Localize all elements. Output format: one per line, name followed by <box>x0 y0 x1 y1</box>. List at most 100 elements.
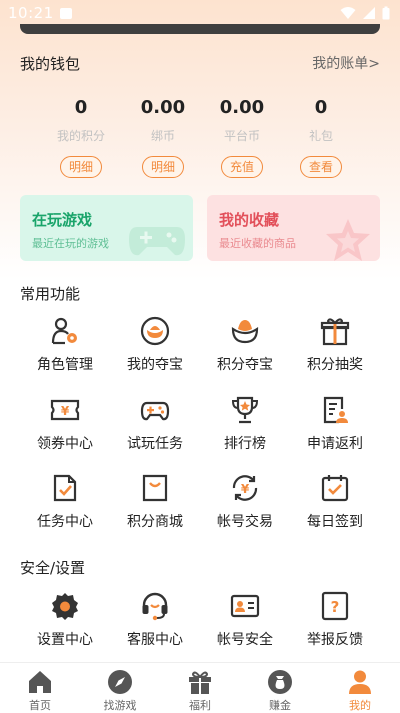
favorites-card[interactable]: 我的收藏 最近收藏的商品 <box>207 195 380 261</box>
tab-earn-gold[interactable]: 赚金 <box>240 669 320 713</box>
daily-checkin-item[interactable]: 每日签到 <box>290 473 380 531</box>
account-trade-icon: ¥ <box>232 475 258 501</box>
rebate-icon <box>323 396 348 424</box>
wallet-bound-coins: 0.00 绑币 明细 <box>118 97 208 178</box>
coupon-icon: ¥ <box>50 399 80 421</box>
wifi-icon <box>340 7 356 19</box>
trial-task-item[interactable]: 试玩任务 <box>110 395 200 453</box>
grid-label: 排行榜 <box>224 436 266 452</box>
my-treasure-item[interactable]: 我的夺宝 <box>110 316 200 374</box>
bottom-tab-bar: 首页 找游戏 福利 赚金 我的 <box>0 662 400 713</box>
headset-icon <box>142 592 168 621</box>
grid-label: 我的夺宝 <box>127 357 183 373</box>
grid-label: 积分抽奖 <box>307 357 363 373</box>
signal-icon <box>363 7 375 19</box>
role-manage-icon <box>51 317 77 345</box>
coupon-center-item[interactable]: ¥ 领券中心 <box>20 395 110 453</box>
account-security-item[interactable]: 帐号安全 <box>200 591 290 649</box>
home-icon <box>29 671 51 693</box>
tab-label: 找游戏 <box>103 699 137 712</box>
grid-label: 设置中心 <box>37 632 93 648</box>
account-trade-item[interactable]: ¥ 帐号交易 <box>200 473 290 531</box>
grid-label: 帐号交易 <box>217 514 273 530</box>
grid-label: 每日签到 <box>307 514 363 530</box>
money-bag-icon <box>268 670 292 694</box>
view-gift-button[interactable]: 查看 <box>300 156 342 178</box>
star-decoration-icon <box>326 219 370 261</box>
settings-icon <box>52 593 78 620</box>
tab-label: 赚金 <box>269 699 291 712</box>
wallet-gift-packs: 0 礼包 查看 <box>276 97 366 178</box>
card-title: 我的收藏 <box>219 211 280 229</box>
tab-label: 福利 <box>189 699 211 712</box>
grid-label: 试玩任务 <box>127 436 183 452</box>
status-time: 10:21 <box>8 4 54 22</box>
status-icons <box>340 6 390 20</box>
wallet-label: 礼包 <box>308 129 333 143</box>
common-functions-title: 常用功能 <box>20 285 81 303</box>
svg-text:¥: ¥ <box>61 404 70 418</box>
tab-welfare[interactable]: 福利 <box>160 669 240 713</box>
wallet-label: 平台币 <box>223 129 260 143</box>
checkin-icon <box>321 475 349 502</box>
task-center-item[interactable]: 任务中心 <box>20 473 110 531</box>
tab-label: 我的 <box>349 699 371 712</box>
apply-rebate-item[interactable]: 申请返利 <box>290 395 380 453</box>
ranking-item[interactable]: 排行榜 <box>200 395 290 453</box>
card-subtitle: 最近收藏的商品 <box>219 237 296 250</box>
grid-label: 申请返利 <box>307 436 363 452</box>
trophy-icon <box>231 396 259 424</box>
tab-find-games[interactable]: 找游戏 <box>80 669 160 713</box>
gift-icon <box>189 671 211 694</box>
card-subtitle: 最近在玩的游戏 <box>32 237 109 250</box>
wallet-platform-coins: 0.00 平台币 充值 <box>197 97 287 178</box>
points-detail-button[interactable]: 明细 <box>60 156 102 178</box>
points-lottery-icon <box>320 318 350 346</box>
wallet-value: 0 <box>74 97 88 118</box>
tab-mine[interactable]: 我的 <box>320 669 400 713</box>
report-icon: ? <box>321 591 349 621</box>
my-bill-link[interactable]: 我的账单> <box>312 53 380 73</box>
wallet-value: 0.00 <box>140 97 186 118</box>
gamepad-icon <box>140 401 170 421</box>
notification-icon <box>60 8 72 19</box>
tab-label: 首页 <box>29 699 51 712</box>
grid-label: 角色管理 <box>37 357 93 373</box>
my-treasure-icon <box>140 316 170 346</box>
customer-service-item[interactable]: 客服中心 <box>110 591 200 649</box>
bound-coins-detail-button[interactable]: 明细 <box>142 156 184 178</box>
playing-games-card[interactable]: 在玩游戏 最近在玩的游戏 <box>20 195 193 261</box>
grid-label: 任务中心 <box>37 514 93 530</box>
grid-label: 客服中心 <box>127 632 183 648</box>
wallet-value: 0.00 <box>219 97 265 118</box>
wallet-title: 我的钱包 <box>20 55 81 73</box>
card-title: 在玩游戏 <box>32 211 93 229</box>
security-settings-title: 安全/设置 <box>20 559 86 577</box>
role-manage-item[interactable]: 角色管理 <box>20 316 110 374</box>
recharge-button[interactable]: 充值 <box>221 156 263 178</box>
shop-bag-icon <box>142 474 168 502</box>
grid-label: 帐号安全 <box>217 632 273 648</box>
points-lottery-item[interactable]: 积分抽奖 <box>290 316 380 374</box>
wallet-points: 0 我的积分 明细 <box>36 97 126 178</box>
id-card-icon <box>230 594 260 618</box>
person-icon <box>349 670 371 694</box>
wallet-value: 0 <box>314 97 328 118</box>
gamepad-decoration-icon <box>129 227 185 256</box>
svg-text:?: ? <box>331 598 340 616</box>
task-icon <box>53 474 77 502</box>
settings-center-item[interactable]: 设置中心 <box>20 591 110 649</box>
grid-label: 积分商城 <box>127 514 183 530</box>
svg-text:¥: ¥ <box>241 482 250 496</box>
report-feedback-item[interactable]: ? 举报反馈 <box>290 591 380 649</box>
grid-label: 领券中心 <box>37 436 93 452</box>
wallet-label: 绑币 <box>150 129 175 143</box>
points-treasure-icon <box>231 320 259 344</box>
points-treasure-item[interactable]: 积分夺宝 <box>200 316 290 374</box>
tab-home[interactable]: 首页 <box>0 669 80 713</box>
compass-icon <box>108 670 132 694</box>
points-mall-item[interactable]: 积分商城 <box>110 473 200 531</box>
battery-icon <box>382 6 390 20</box>
banner-edge <box>20 24 380 34</box>
wallet-label: 我的积分 <box>56 129 105 143</box>
